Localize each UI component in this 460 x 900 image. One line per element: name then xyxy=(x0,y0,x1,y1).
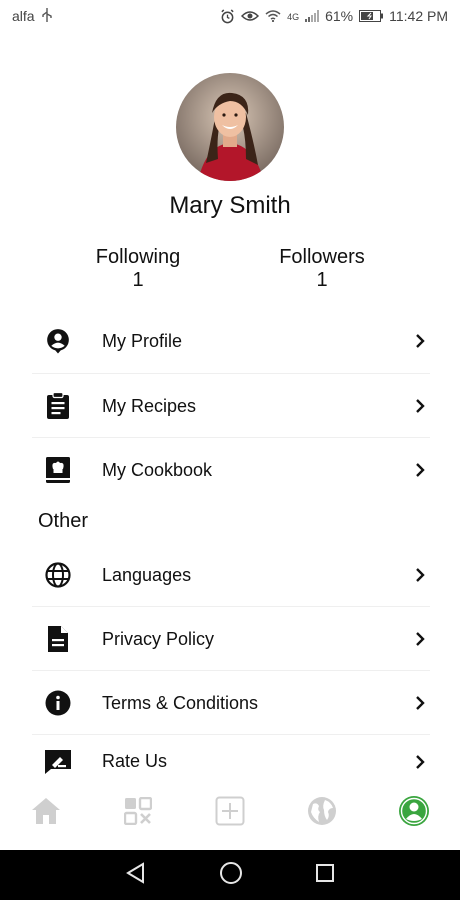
carrier-label: alfa xyxy=(12,8,35,24)
menu-item-terms-conditions[interactable]: Terms & Conditions xyxy=(32,671,430,735)
menu-item-label: Privacy Policy xyxy=(102,628,215,649)
nav-world[interactable] xyxy=(276,788,368,838)
menu-item-label: Rate Us xyxy=(102,751,168,771)
followers-count: 1 xyxy=(316,269,328,291)
chevron-right-icon xyxy=(410,631,430,647)
menu-item-label: My Recipes xyxy=(102,395,197,416)
add-icon xyxy=(215,796,245,831)
document-icon xyxy=(32,625,84,653)
profile-icon xyxy=(398,795,430,832)
qr-scan-icon xyxy=(123,796,153,830)
world-icon xyxy=(307,796,337,831)
clock: 11:42 PM xyxy=(389,8,448,24)
battery-level: 61% xyxy=(325,8,354,24)
nav-home[interactable] xyxy=(0,788,92,838)
info-icon xyxy=(32,690,84,716)
system-nav-bar xyxy=(0,850,460,900)
menu-item-label: Terms & Conditions xyxy=(102,692,259,713)
chevron-right-icon xyxy=(410,695,430,711)
alarm-icon xyxy=(220,8,235,24)
usb-icon xyxy=(41,7,53,25)
followers-stat[interactable]: Followers 1 xyxy=(252,246,392,292)
chevron-right-icon xyxy=(410,754,430,770)
network-type: 4G xyxy=(287,12,300,22)
following-label: Following xyxy=(95,246,181,268)
chevron-right-icon xyxy=(410,462,430,478)
home-icon xyxy=(31,797,61,830)
chevron-right-icon xyxy=(410,567,430,583)
eye-icon xyxy=(241,10,260,22)
bottom-nav xyxy=(0,788,460,838)
menu-item-my-profile[interactable]: My Profile xyxy=(32,309,430,373)
nav-profile[interactable] xyxy=(368,788,460,838)
recents-icon[interactable] xyxy=(315,863,335,888)
menu-item-my-recipes[interactable]: My Recipes xyxy=(32,374,430,438)
nav-add[interactable] xyxy=(184,788,276,838)
rate-icon xyxy=(32,749,84,775)
globe-icon xyxy=(32,562,84,588)
following-stat[interactable]: Following 1 xyxy=(68,246,208,292)
battery-icon xyxy=(359,10,384,22)
cookbook-icon xyxy=(32,456,84,484)
followers-label: Followers xyxy=(279,246,365,268)
menu-item-languages[interactable]: Languages xyxy=(32,543,430,607)
following-count: 1 xyxy=(132,269,144,291)
avatar[interactable] xyxy=(176,73,284,181)
menu-item-label: Languages xyxy=(102,564,192,585)
nav-scan[interactable] xyxy=(92,788,184,838)
section-title-other: Other xyxy=(38,510,89,532)
menu-item-rate-us[interactable]: Rate Us xyxy=(32,735,430,788)
chevron-right-icon xyxy=(410,333,430,349)
menu-item-privacy-policy[interactable]: Privacy Policy xyxy=(32,607,430,671)
chevron-right-icon xyxy=(410,398,430,414)
signal-icon xyxy=(305,10,320,22)
wifi-icon xyxy=(265,10,281,22)
profile-name: Mary Smith xyxy=(169,192,291,219)
back-icon[interactable] xyxy=(125,861,147,889)
home-circle-icon[interactable] xyxy=(219,861,243,890)
clipboard-icon xyxy=(32,392,84,420)
menu-item-label: My Profile xyxy=(102,330,183,351)
menu-item-my-cookbook[interactable]: My Cookbook xyxy=(32,438,430,502)
user-pin-icon xyxy=(32,328,84,354)
menu-item-label: My Cookbook xyxy=(102,459,213,480)
status-bar: alfa 4G 61% 11:42 PM xyxy=(0,0,460,32)
